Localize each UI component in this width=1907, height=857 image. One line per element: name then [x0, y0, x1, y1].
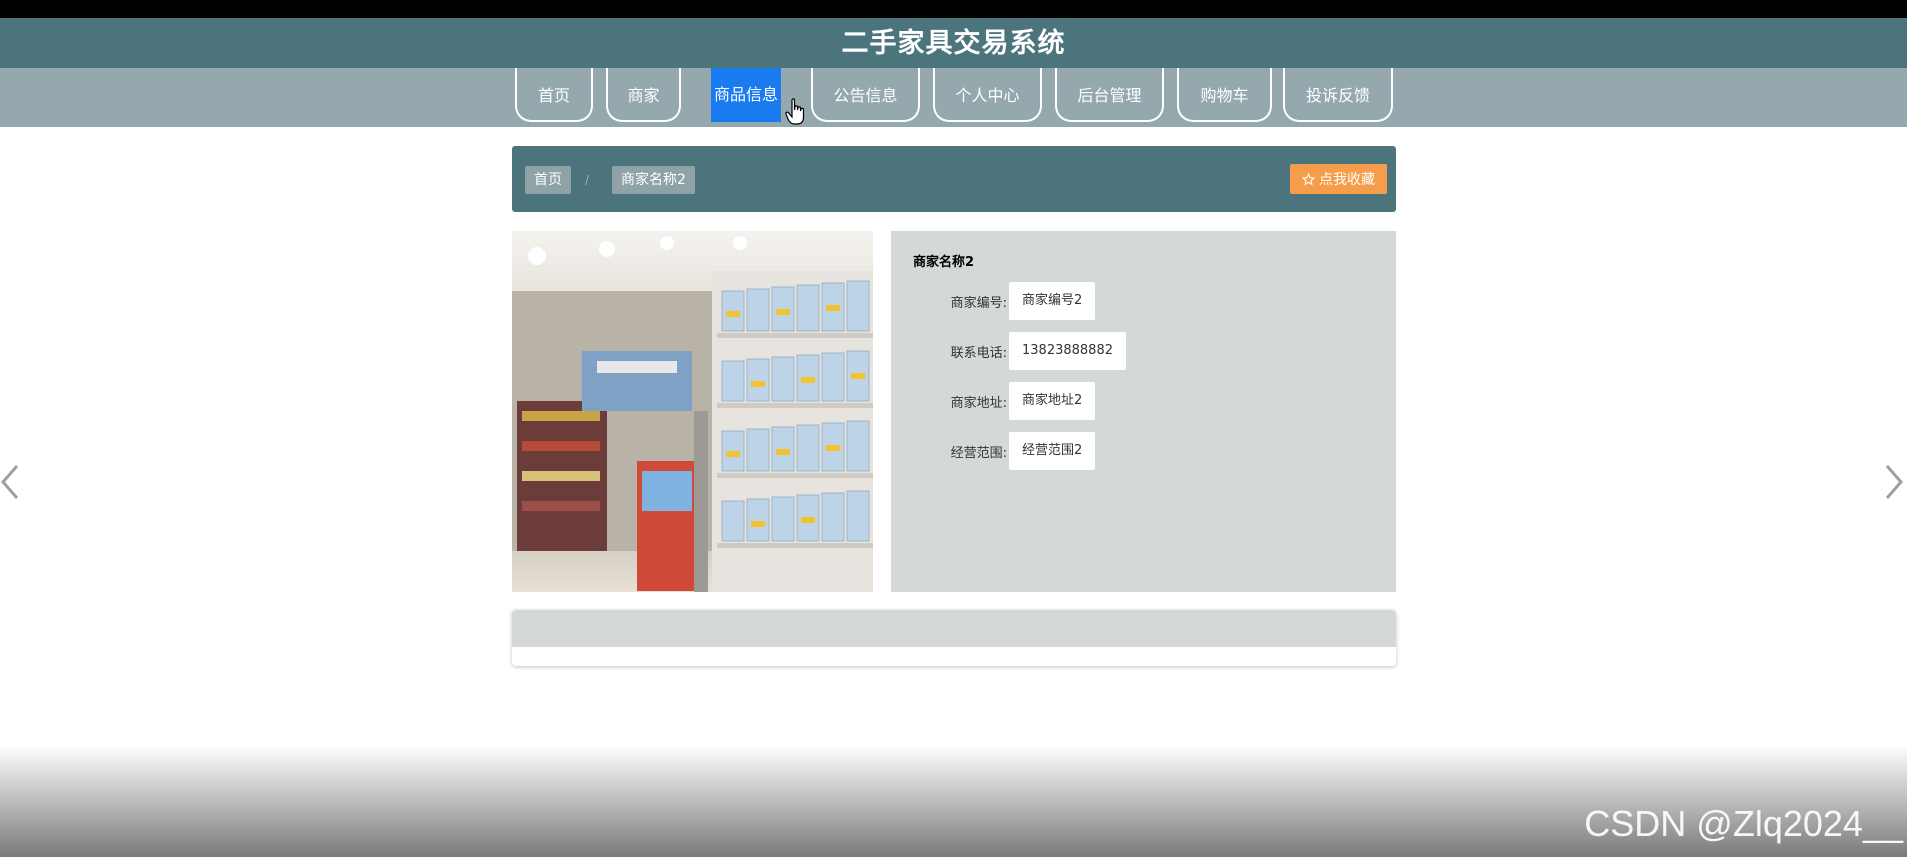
store-shelves-image: [512, 231, 873, 592]
favorite-button[interactable]: 点我收藏: [1290, 164, 1387, 194]
watermark: CSDN @Zlq2024__: [1584, 803, 1903, 844]
breadcrumb: 首页 / 商家名称2 点我收藏: [512, 146, 1396, 212]
nav-item-label: 首页: [537, 86, 570, 105]
nav-item-label: 个人中心: [955, 86, 1020, 105]
main-nav: 首页 商家 商品信息 公告信息 个人中心 后台管理 购物车 投诉反馈: [0, 68, 1907, 127]
nav-item-label: 后台管理: [1077, 86, 1142, 105]
nav-item-admin[interactable]: 后台管理: [1055, 68, 1164, 122]
field-label-merchant-id: 商家编号:: [950, 296, 1007, 311]
breadcrumb-current[interactable]: 商家名称2: [612, 166, 695, 194]
field-value-phone: 13823888882: [1009, 332, 1126, 370]
nav-item-label: 购物车: [1200, 86, 1249, 105]
nav-item-label: 公告信息: [833, 86, 898, 105]
field-value-merchant-id: 商家编号2: [1009, 282, 1096, 320]
nav-item-label: 商品信息: [710, 68, 781, 122]
field-label-business-scope: 经营范围:: [950, 446, 1007, 461]
nav-item-home[interactable]: 首页: [515, 68, 593, 122]
favorite-button-label: 点我收藏: [1319, 172, 1375, 188]
breadcrumb-home[interactable]: 首页: [525, 166, 571, 194]
field-label-address: 商家地址:: [950, 396, 1007, 411]
nav-item-cart[interactable]: 购物车: [1177, 68, 1272, 122]
merchant-photo: [512, 231, 873, 592]
nav-item-merchants[interactable]: 商家: [606, 68, 681, 122]
site-header: 二手家具交易系统: [0, 18, 1907, 68]
field-label-phone: 联系电话:: [950, 346, 1007, 361]
detail-content-header: [512, 610, 1396, 647]
window-top-bar: [0, 0, 1907, 18]
nav-item-feedback[interactable]: 投诉反馈: [1283, 68, 1393, 122]
site-title: 二手家具交易系统: [841, 28, 1066, 59]
nav-item-announcements[interactable]: 公告信息: [811, 68, 920, 122]
merchant-name: 商家名称2: [913, 255, 975, 270]
hand-cursor-icon: [785, 98, 805, 125]
field-value-address: 商家地址2: [1009, 382, 1096, 420]
detail-content-box: [512, 610, 1396, 666]
merchant-info-panel: 商家名称2 商家编号: 商家编号2 联系电话: 13823888882 商家地址…: [891, 231, 1396, 592]
nav-item-label: 投诉反馈: [1305, 86, 1370, 105]
nav-item-label: 商家: [627, 86, 660, 105]
chevron-right-icon[interactable]: [1882, 462, 1904, 502]
breadcrumb-separator: /: [585, 173, 590, 187]
field-value-business-scope: 经营范围2: [1009, 432, 1096, 470]
chevron-left-icon[interactable]: [0, 462, 22, 502]
nav-item-personal-center[interactable]: 个人中心: [933, 68, 1042, 122]
star-icon: [1302, 172, 1315, 185]
